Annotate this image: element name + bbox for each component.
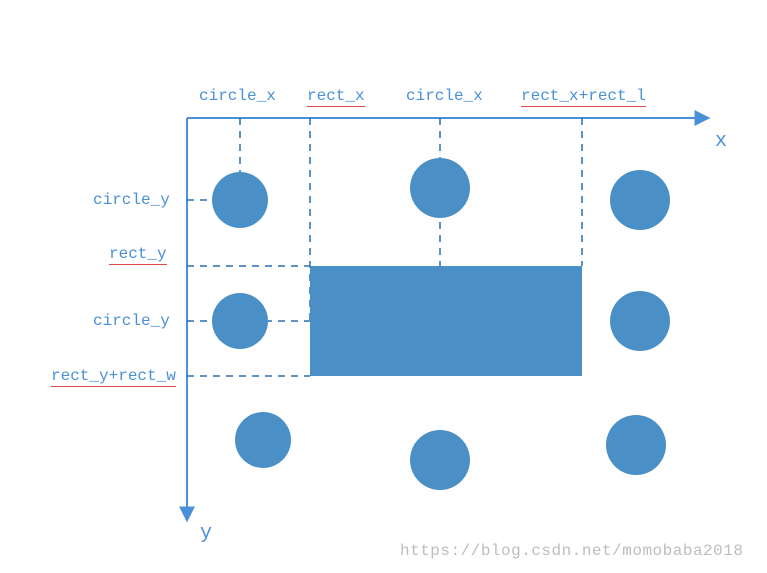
rectangle [310, 266, 582, 376]
label-rect-y-rect-w: rect_y+rect_w [51, 367, 176, 385]
diagram-svg [0, 0, 767, 573]
label-circle-x-left: circle_x [199, 87, 276, 105]
x-axis-label: x [715, 130, 727, 153]
watermark-text: https://blog.csdn.net/momobaba2018 [400, 542, 743, 560]
label-circle-y-lower: circle_y [93, 312, 170, 330]
label-rect-x: rect_x [307, 87, 365, 105]
circle-mid-left [212, 293, 268, 349]
diagram-stage: x y circle_x rect_x circle_x rect_x+rect… [0, 0, 767, 573]
label-circle-y-upper: circle_y [93, 191, 170, 209]
circle-top-right [610, 170, 670, 230]
circle-mid-right [610, 291, 670, 351]
label-rect-x-rect-l: rect_x+rect_l [521, 87, 646, 105]
y-axis-label: y [200, 522, 212, 545]
label-circle-x-mid: circle_x [406, 87, 483, 105]
label-rect-y: rect_y [109, 245, 167, 263]
circle-bottom-left [235, 412, 291, 468]
circle-bottom-mid [410, 430, 470, 490]
circle-bottom-right [606, 415, 666, 475]
circle-top-mid [410, 158, 470, 218]
circle-top-left [212, 172, 268, 228]
